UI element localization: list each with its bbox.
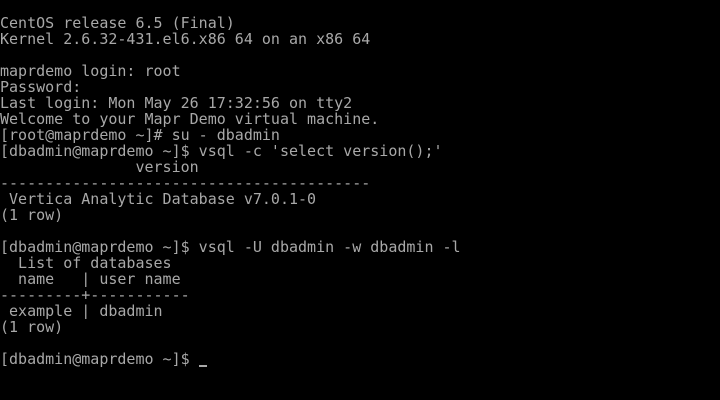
su-command-line: [root@maprdemo ~]# su - dbadmin xyxy=(0,127,280,143)
prompt-line[interactable]: [dbadmin@maprdemo ~]$ xyxy=(0,351,720,367)
vsql-list-command-line: [dbadmin@maprdemo ~]$ vsql -U dbadmin -w… xyxy=(0,239,461,255)
login-line: maprdemo login: root xyxy=(0,63,181,79)
list-separator-line: ---------+----------- xyxy=(0,287,190,303)
last-login-line: Last login: Mon May 26 17:32:56 on tty2 xyxy=(0,95,353,111)
list-title-line: List of databases xyxy=(0,255,172,271)
row-count-line: (1 row) xyxy=(0,319,64,335)
kernel-line: Kernel 2.6.32-431.el6.x86_64 on an x86_6… xyxy=(0,31,371,47)
terminal-console[interactable]: CentOS release 6.5 (Final) Kernel 2.6.32… xyxy=(0,0,720,400)
version-value-line: Vertica Analytic Database v7.0.1-0 xyxy=(0,191,317,207)
vsql-version-command-line: [dbadmin@maprdemo ~]$ vsql -c 'select ve… xyxy=(0,143,443,159)
password-line: Password: xyxy=(0,79,82,95)
version-header-line: version xyxy=(0,159,199,175)
welcome-line: Welcome to your Mapr Demo virtual machin… xyxy=(0,111,380,127)
row-count-line: (1 row) xyxy=(0,207,64,223)
version-separator-line: ----------------------------------------… xyxy=(0,175,371,191)
list-header-line: name | user_name xyxy=(0,271,181,287)
list-row-line: example | dbadmin xyxy=(0,303,163,319)
text-cursor[interactable] xyxy=(198,365,207,367)
os-release-line: CentOS release 6.5 (Final) xyxy=(0,15,235,31)
shell-prompt: [dbadmin@maprdemo ~]$ xyxy=(0,351,199,367)
